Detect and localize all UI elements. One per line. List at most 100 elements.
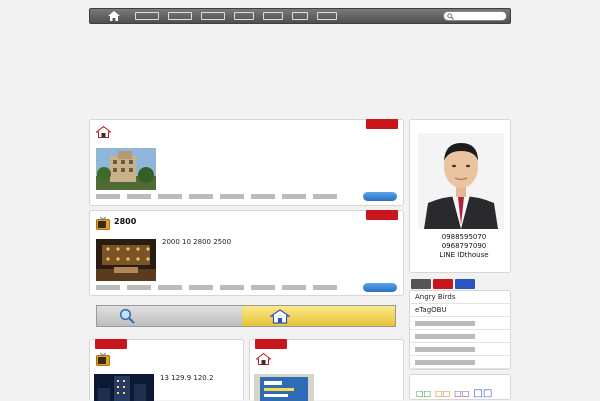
listing-tag[interactable] bbox=[282, 193, 306, 201]
search-input[interactable] bbox=[443, 11, 507, 21]
building-photo bbox=[96, 148, 156, 190]
tag-cloud-panel: □□ □□ □□ □□ bbox=[409, 374, 511, 400]
listing-tag-glyphs bbox=[251, 194, 275, 199]
more-button[interactable] bbox=[363, 283, 397, 292]
listing-card bbox=[249, 339, 404, 401]
night-building-photo bbox=[94, 374, 154, 401]
listing-tag-glyphs bbox=[313, 285, 337, 290]
buy-banner-button[interactable] bbox=[242, 306, 395, 326]
nav-item-glyphs bbox=[168, 12, 192, 20]
house-icon bbox=[96, 126, 111, 138]
tv-icon bbox=[96, 217, 110, 230]
listing-tags bbox=[96, 193, 337, 201]
agent-contact-info: 0988595070 0968797090 LINE IDthouse bbox=[418, 233, 510, 260]
category-badge[interactable] bbox=[255, 339, 287, 349]
agent-phone-1[interactable]: 0988595070 bbox=[418, 233, 510, 242]
top-navigation-bar bbox=[89, 8, 511, 24]
listing-tag-glyphs bbox=[189, 194, 213, 199]
listing-tag-glyphs bbox=[158, 194, 182, 199]
listing-tag-glyphs bbox=[282, 285, 306, 290]
news-link[interactable] bbox=[410, 317, 510, 330]
sidebar-tab[interactable] bbox=[433, 279, 453, 289]
listing-tag[interactable] bbox=[251, 284, 275, 292]
billboard-photo bbox=[254, 374, 314, 401]
tag-cloud-word[interactable]: □□ bbox=[473, 388, 492, 399]
news-link[interactable]: Angry Birds bbox=[410, 291, 510, 304]
listing-tag[interactable] bbox=[158, 193, 182, 201]
listing-tag[interactable] bbox=[158, 284, 182, 292]
listing-description: 13 129.9 120.2 bbox=[160, 374, 214, 382]
more-button[interactable] bbox=[363, 192, 397, 201]
agent-line-id: LINE IDthouse bbox=[439, 251, 489, 259]
nav-item-glyphs bbox=[292, 12, 308, 20]
nav-item[interactable] bbox=[292, 12, 308, 20]
magnifier-icon bbox=[119, 308, 135, 324]
agent-phone-2[interactable]: 0968797090 bbox=[418, 242, 510, 251]
news-link-glyphs bbox=[415, 346, 475, 352]
nav-item[interactable] bbox=[317, 12, 337, 20]
listing-tag-glyphs bbox=[313, 194, 337, 199]
nav-item[interactable] bbox=[201, 12, 225, 20]
agent-photo bbox=[418, 133, 504, 229]
listing-tag[interactable] bbox=[313, 284, 337, 292]
nav-item[interactable] bbox=[234, 12, 254, 20]
listing-description: 2000 10 2800 2500 bbox=[162, 238, 232, 246]
house-icon bbox=[270, 309, 290, 324]
listing-tag-glyphs bbox=[96, 285, 120, 290]
rent-banner-button[interactable] bbox=[97, 306, 242, 326]
listing-tag[interactable] bbox=[313, 193, 337, 201]
tag-cloud-word[interactable]: □□ bbox=[416, 389, 431, 398]
listing-title[interactable]: 2800 bbox=[114, 217, 136, 226]
rent-buy-banner bbox=[96, 305, 396, 327]
listing-tag[interactable] bbox=[220, 284, 244, 292]
sidebar-tabs bbox=[411, 279, 475, 289]
listing-tag-glyphs bbox=[282, 194, 306, 199]
category-badge[interactable] bbox=[95, 339, 127, 349]
nav-item[interactable] bbox=[135, 12, 159, 20]
tag-cloud-word[interactable]: □□ bbox=[454, 389, 469, 398]
nav-item[interactable] bbox=[168, 12, 192, 20]
listing-tag[interactable] bbox=[127, 284, 151, 292]
tv-icon bbox=[96, 353, 110, 366]
home-icon[interactable] bbox=[106, 10, 122, 22]
listing-tag[interactable] bbox=[96, 284, 120, 292]
nav-item-glyphs bbox=[317, 12, 337, 20]
listing-tag[interactable] bbox=[96, 193, 120, 201]
listing-tag[interactable] bbox=[127, 193, 151, 201]
listing-tag-glyphs bbox=[96, 194, 120, 199]
news-link[interactable]: eTagOBU bbox=[410, 304, 510, 317]
listing-tag[interactable] bbox=[189, 193, 213, 201]
news-link-glyphs bbox=[415, 359, 475, 365]
listing-tag[interactable] bbox=[282, 284, 306, 292]
nav-item-glyphs bbox=[234, 12, 254, 20]
interior-photo bbox=[96, 239, 156, 281]
listing-tag-glyphs bbox=[127, 285, 151, 290]
listing-tag[interactable] bbox=[251, 193, 275, 201]
tag-cloud-word[interactable]: □□ bbox=[435, 389, 450, 398]
news-link-glyphs bbox=[415, 333, 475, 339]
listing-tags bbox=[96, 284, 337, 292]
listing-tag[interactable] bbox=[220, 193, 244, 201]
nav-item[interactable] bbox=[263, 12, 283, 20]
sidebar-news-list: Angry Birds eTagOBU bbox=[409, 290, 511, 370]
sidebar-tab[interactable] bbox=[411, 279, 431, 289]
nav-item-glyphs bbox=[201, 12, 225, 20]
listing-card: 2800 2000 10 2800 2500 bbox=[89, 210, 404, 296]
listing-tag[interactable] bbox=[189, 284, 213, 292]
news-link[interactable] bbox=[410, 330, 510, 343]
category-badge[interactable] bbox=[366, 210, 398, 220]
category-badge[interactable] bbox=[366, 119, 398, 129]
news-link[interactable] bbox=[410, 356, 510, 369]
listing-tag-glyphs bbox=[127, 194, 151, 199]
listing-thumbnail[interactable] bbox=[96, 148, 156, 190]
agent-portrait bbox=[418, 133, 504, 229]
nav-item-glyphs bbox=[263, 12, 283, 20]
listing-thumbnail[interactable] bbox=[94, 374, 154, 401]
listing-thumbnail[interactable] bbox=[96, 239, 156, 281]
listing-tag-glyphs bbox=[189, 285, 213, 290]
page: 2800 2000 10 2800 2500 13 129.9 120.2 09… bbox=[0, 0, 600, 401]
listing-tag-glyphs bbox=[220, 194, 244, 199]
news-link[interactable] bbox=[410, 343, 510, 356]
listing-thumbnail[interactable] bbox=[254, 374, 314, 401]
sidebar-tab[interactable] bbox=[455, 279, 475, 289]
